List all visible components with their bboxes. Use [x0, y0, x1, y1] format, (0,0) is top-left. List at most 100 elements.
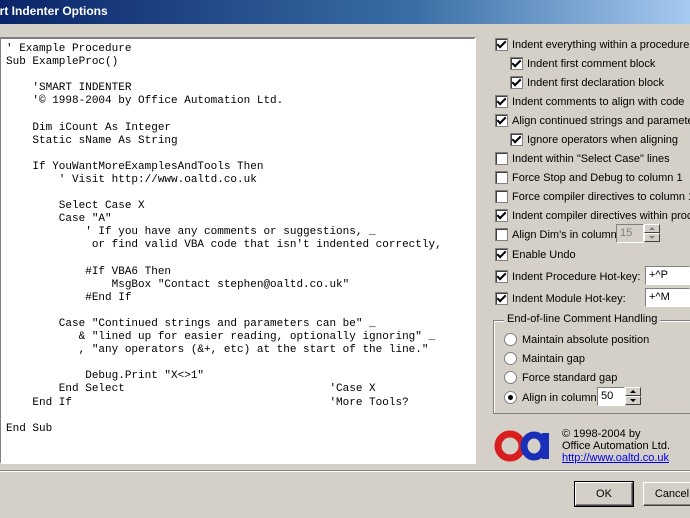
indent-compiler-checkbox[interactable] [495, 209, 508, 222]
radio-maintain-gap[interactable]: Maintain gap [504, 352, 585, 365]
proc-hotkey-input[interactable]: +^P [645, 266, 690, 285]
spinner-up-icon[interactable] [625, 387, 641, 396]
option-enable-undo[interactable]: Enable Undo [495, 248, 576, 261]
force-stop-debug-checkbox[interactable] [495, 171, 508, 184]
indent-first-comment-checkbox[interactable] [510, 57, 523, 70]
code-line: #If VBA6 Then [6, 265, 172, 278]
option-align-continued[interactable]: Align continued strings and parameters [495, 114, 690, 127]
code-line: Select Case X [6, 200, 145, 213]
option-ignore-operators[interactable]: Ignore operators when aligning [510, 133, 678, 146]
indent-compiler-label: Indent compiler directives within procs [512, 209, 690, 222]
indent-first-declaration-label: Indent first declaration block [527, 76, 664, 89]
about-block: © 1998-2004 by Office Automation Ltd. ht… [562, 428, 670, 464]
option-indent-select-case[interactable]: Indent within "Select Case" lines [495, 152, 670, 165]
indent-select-case-checkbox[interactable] [495, 152, 508, 165]
align-column-input[interactable]: 50 [597, 387, 625, 406]
enable-undo-checkbox[interactable] [495, 248, 508, 261]
logo-a-stem-icon [542, 433, 549, 459]
module-hotkey-input[interactable]: +^M [645, 288, 690, 307]
maintain-gap-label: Maintain gap [522, 352, 585, 365]
option-indent-comments-align[interactable]: Indent comments to align with code [495, 95, 684, 108]
code-line: , "any operators (&+, etc) at the start … [6, 344, 429, 357]
align-continued-checkbox[interactable] [495, 114, 508, 127]
option-indent-first-declaration[interactable]: Indent first declaration block [510, 76, 664, 89]
code-line: Case "A" [6, 213, 112, 226]
code-line: ' Example Procedure [6, 43, 132, 55]
align-in-column-radio[interactable] [504, 391, 517, 404]
code-line: Debug.Print "X<>1" [6, 370, 205, 383]
maintain-absolute-radio[interactable] [504, 333, 517, 346]
cancel-button[interactable]: Cancel [643, 482, 690, 506]
about-copyright: © 1998-2004 by [562, 428, 641, 440]
code-line: or find valid VBA code that isn't indent… [6, 239, 442, 252]
code-line: #End If [6, 291, 132, 304]
eol-group-legend: End-of-line Comment Handling [504, 313, 661, 325]
option-align-dims[interactable]: Align Dim's in column: [495, 228, 620, 241]
indent-select-case-label: Indent within "Select Case" lines [512, 152, 670, 165]
indent-first-comment-label: Indent first comment block [527, 57, 656, 70]
code-line: End Sub [6, 422, 53, 435]
option-force-compiler[interactable]: Force compiler directives to column 1 [495, 190, 690, 203]
logo-a-icon [520, 431, 548, 461]
code-line: End If 'More Tools? [6, 396, 409, 409]
option-indent-first-comment[interactable]: Indent first comment block [510, 57, 655, 70]
code-line: 'SMART INDENTER [6, 82, 132, 95]
align-in-column-label: Align in column [522, 391, 597, 404]
code-line: & "lined up for easier reading, optional… [6, 331, 436, 344]
option-proc-hotkey[interactable]: Indent Procedure Hot-key: [495, 270, 640, 283]
force-compiler-label: Force compiler directives to column 1 [512, 190, 690, 203]
footer-separator [0, 470, 690, 472]
spinner-down-icon[interactable] [644, 233, 660, 242]
option-module-hotkey[interactable]: Indent Module Hot-key: [495, 292, 626, 305]
indent-everything-checkbox[interactable] [495, 38, 508, 51]
proc-hotkey-checkbox[interactable] [495, 270, 508, 283]
code-preview[interactable]: ' Example Procedure Sub ExampleProc() 'SM… [0, 37, 476, 464]
align-column-spinner[interactable] [625, 387, 641, 406]
code-line: Case "Continued strings and parameters c… [6, 317, 376, 330]
ignore-operators-checkbox[interactable] [510, 133, 523, 146]
code-line: If YouWantMoreExamplesAndTools Then [6, 160, 264, 173]
align-dims-label: Align Dim's in column: [512, 228, 620, 241]
radio-force-standard-gap[interactable]: Force standard gap [504, 371, 617, 384]
code-line: End Select 'Case X [6, 383, 376, 396]
indent-everything-label: Indent everything within a procedure [512, 38, 690, 51]
force-stop-debug-label: Force Stop and Debug to column 1 [512, 171, 683, 184]
code-line: ' Visit http://www.oaltd.co.uk [6, 173, 257, 186]
indent-comments-align-checkbox[interactable] [495, 95, 508, 108]
module-hotkey-checkbox[interactable] [495, 292, 508, 305]
window-title: art Indenter Options [0, 4, 108, 18]
option-indent-compiler[interactable]: Indent compiler directives within procs [495, 209, 690, 222]
force-compiler-checkbox[interactable] [495, 190, 508, 203]
module-hotkey-label: Indent Module Hot-key: [512, 292, 626, 305]
option-force-stop-debug[interactable]: Force Stop and Debug to column 1 [495, 171, 683, 184]
align-dims-spinner[interactable] [644, 224, 660, 243]
align-dims-checkbox[interactable] [495, 228, 508, 241]
code-line: Sub ExampleProc() [6, 56, 119, 69]
spinner-up-icon[interactable] [644, 224, 660, 233]
force-standard-gap-radio[interactable] [504, 371, 517, 384]
oa-logo-icon [494, 430, 549, 462]
radio-align-in-column[interactable]: Align in column [504, 391, 597, 404]
logo-o-icon [494, 430, 526, 462]
about-company: Office Automation Ltd. [562, 440, 671, 452]
radio-maintain-absolute[interactable]: Maintain absolute position [504, 333, 649, 346]
option-indent-everything[interactable]: Indent everything within a procedure [495, 38, 689, 51]
proc-hotkey-label: Indent Procedure Hot-key: [512, 270, 641, 283]
maintain-gap-radio[interactable] [504, 352, 517, 365]
spinner-down-icon[interactable] [625, 396, 641, 405]
code-line: Static sName As String [6, 134, 178, 147]
ignore-operators-label: Ignore operators when aligning [527, 133, 679, 146]
align-dims-column-input[interactable]: 15 [616, 224, 644, 243]
indent-first-declaration-checkbox[interactable] [510, 76, 523, 89]
about-url-link[interactable]: http://www.oaltd.co.uk [562, 452, 670, 464]
code-preview-text: ' Example Procedure Sub ExampleProc() 'SM… [6, 43, 442, 436]
ok-button[interactable]: OK [574, 481, 634, 507]
title-bar[interactable]: art Indenter Options [0, 0, 690, 24]
code-line: MsgBox "Contact stephen@oaltd.co.uk" [6, 278, 350, 291]
